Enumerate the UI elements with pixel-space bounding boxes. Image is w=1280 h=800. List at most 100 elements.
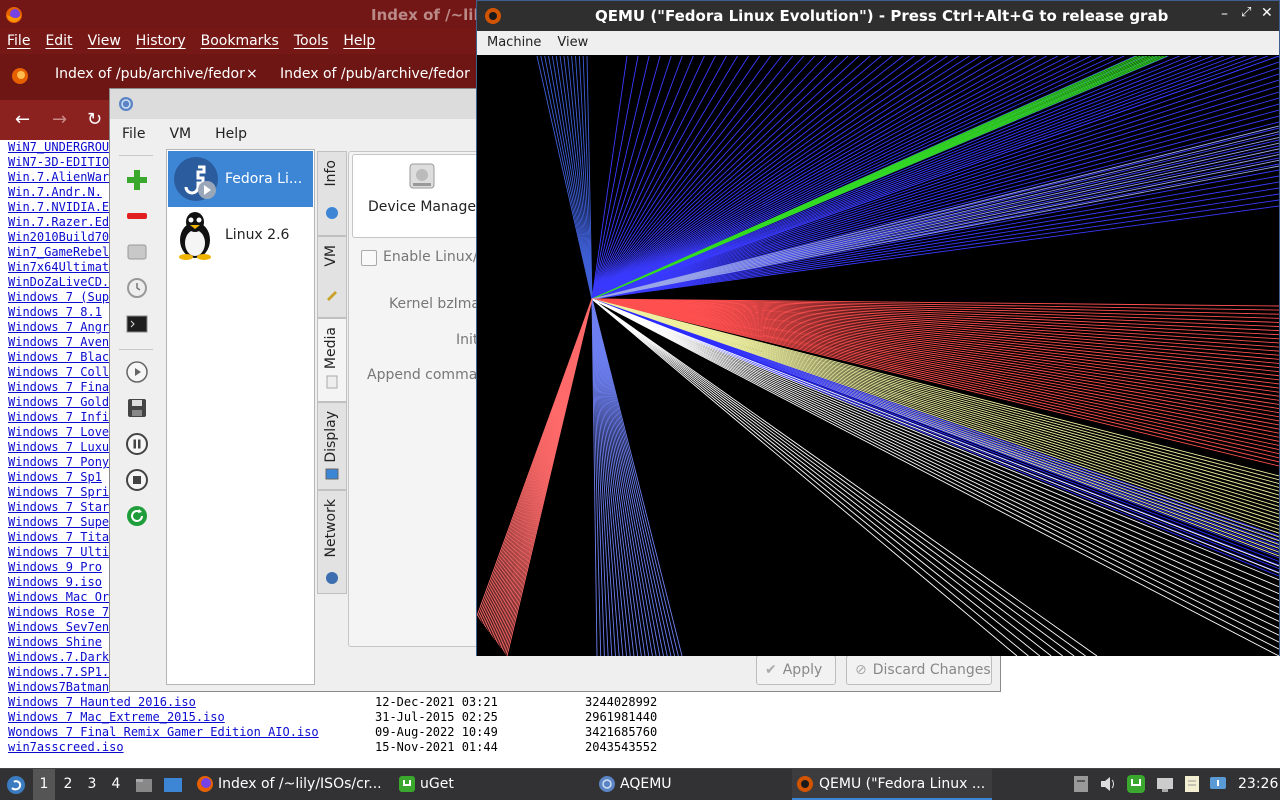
taskbar-qemu[interactable]: QEMU ("Fedora Linux ...	[792, 769, 992, 800]
vm-item-fedora[interactable]: Fedora Li...	[168, 151, 313, 207]
listing-file-link[interactable]: win7asscreed.iso	[8, 740, 124, 754]
tab-network[interactable]: Network	[317, 490, 347, 594]
listing-file-link[interactable]: Windows 7 Supe	[8, 515, 109, 529]
listing-file-link[interactable]: Win.7.NVIDIA.E	[8, 200, 109, 214]
uget-tray-icon[interactable]	[1126, 774, 1146, 794]
listing-file-link[interactable]: Windows 7 Mac_Extreme_2015.iso	[8, 710, 225, 724]
listing-file-link[interactable]: Windows 7 Fina	[8, 380, 109, 394]
ff-menu-view[interactable]: View	[88, 28, 121, 54]
ff-menu-tools[interactable]: Tools	[294, 28, 329, 54]
listing-file-link[interactable]: Windows.7.SP1.	[8, 665, 109, 679]
clipboard-icon[interactable]	[1071, 774, 1091, 794]
volume-icon[interactable]	[1098, 774, 1118, 794]
listing-file-link[interactable]: Windows 9.iso	[8, 575, 102, 589]
listing-file-link[interactable]: Win7_GameRebel	[8, 245, 109, 259]
close-icon[interactable]: ✕	[1261, 5, 1273, 21]
listing-file-link[interactable]: Win.7.AlienWar	[8, 170, 109, 184]
workspace-4[interactable]: 4	[105, 769, 127, 800]
listing-file-link[interactable]: WiN7_UNDERGROU	[8, 140, 109, 154]
listing-file-link[interactable]: Windows 7 Tita	[8, 530, 109, 544]
listing-file-link[interactable]: Windows 7 Star	[8, 500, 109, 514]
listing-file-link[interactable]: Windows 7 Coll	[8, 365, 109, 379]
taskbar-firefox[interactable]: Index of /~lily/ISOs/cr...	[194, 769, 390, 800]
back-arrow-icon[interactable]: ←	[15, 109, 30, 130]
tab-vm[interactable]: VM	[317, 236, 347, 318]
stop-vm-icon[interactable]	[124, 467, 150, 493]
tab-display[interactable]: Display	[317, 402, 347, 490]
maximize-icon[interactable]: ⤢	[1241, 5, 1251, 20]
taskbar-uget[interactable]: uGet	[396, 769, 586, 800]
listing-file-link[interactable]: Windows Rose 7	[8, 605, 109, 619]
save-vm-icon[interactable]	[124, 395, 150, 421]
reload-icon[interactable]: ↻	[87, 109, 102, 130]
ff-menu-edit[interactable]: Edit	[45, 28, 72, 54]
listing-file-link[interactable]: Windows Shine	[8, 635, 102, 649]
aq-menu-vm[interactable]: VM	[169, 119, 191, 149]
workspace-2[interactable]: 2	[57, 769, 79, 800]
show-desktop-icon[interactable]	[163, 776, 183, 794]
listing-file-link[interactable]: Windows 7 Sp1	[8, 470, 102, 484]
drive-icon[interactable]	[124, 239, 150, 265]
qemu-menu-view[interactable]: View	[557, 31, 588, 55]
listing-file-link[interactable]: Windows 7 Haunted 2016.iso	[8, 695, 196, 709]
taskbar-aqemu[interactable]: AQEMU	[596, 769, 786, 800]
firefox-view-icon[interactable]	[11, 67, 29, 85]
listing-file-link[interactable]: Windows 7 Gold	[8, 395, 109, 409]
listing-file-link[interactable]: Windows 7 Blac	[8, 350, 109, 364]
notification-icon[interactable]	[1208, 774, 1228, 794]
network-icon[interactable]	[1155, 774, 1175, 794]
ff-menu-history[interactable]: History	[136, 28, 186, 54]
device-manager-button[interactable]: Device Manager	[352, 154, 482, 238]
file-manager-icon[interactable]	[135, 776, 153, 794]
terminal-icon[interactable]	[124, 311, 150, 337]
listing-file-link[interactable]: WinDoZaLiveCD.	[8, 275, 109, 289]
listing-file-link[interactable]: Windows7Batman	[8, 680, 109, 694]
listing-file-link[interactable]: Windows 7 Spri	[8, 485, 109, 499]
aq-menu-file[interactable]: File	[122, 119, 145, 149]
pause-vm-icon[interactable]	[124, 431, 150, 457]
forward-arrow-icon[interactable]: →	[52, 109, 67, 130]
aq-menu-help[interactable]: Help	[215, 119, 247, 149]
listing-file-link[interactable]: Win.7.Razer.Ed	[8, 215, 109, 229]
listing-file-link[interactable]: Windows 7 (Sup	[8, 290, 109, 304]
listing-file-link[interactable]: Windows Mac Or	[8, 590, 109, 604]
remove-vm-icon[interactable]	[124, 203, 150, 229]
qemu-menu-machine[interactable]: Machine	[487, 31, 541, 55]
minimize-icon[interactable]: –	[1221, 6, 1228, 22]
reset-vm-icon[interactable]	[124, 503, 150, 529]
workspace-3[interactable]: 3	[81, 769, 103, 800]
listing-file-link[interactable]: Windows 9 Pro	[8, 560, 102, 574]
tab-fedora-archive-1[interactable]: Index of /pub/archive/fedora	[55, 66, 245, 82]
tab-info[interactable]: Info	[317, 151, 347, 236]
tab-fedora-archive-2[interactable]: Index of /pub/archive/fedora	[280, 66, 470, 82]
listing-file-link[interactable]: Windows 7 Aven	[8, 335, 109, 349]
workspace-1[interactable]: 1	[33, 769, 55, 800]
apply-button[interactable]: ✔ Apply	[756, 655, 836, 685]
qemu-guest-display[interactable]	[477, 56, 1279, 656]
listing-file-link[interactable]: Windows 7 Love	[8, 425, 109, 439]
listing-file-link[interactable]: Windows 7 Infi	[8, 410, 109, 424]
ff-menu-bookmarks[interactable]: Bookmarks	[201, 28, 279, 54]
listing-file-link[interactable]: WiN7-3D-EDITIO	[8, 155, 109, 169]
listing-file-link[interactable]: Windows 7 Luxu	[8, 440, 109, 454]
add-vm-icon[interactable]	[124, 167, 150, 193]
listing-file-link[interactable]: Windows Sev7en	[8, 620, 109, 634]
listing-file-link[interactable]: Win.7.Andr.N.	[8, 185, 102, 199]
listing-file-link[interactable]: Windows 7 Angr	[8, 320, 109, 334]
listing-file-link[interactable]: Windows 7 Pony	[8, 455, 109, 469]
ff-menu-file[interactable]: File	[7, 28, 30, 54]
ff-menu-help[interactable]: Help	[343, 28, 375, 54]
start-vm-icon[interactable]	[124, 359, 150, 385]
enable-linux-checkbox[interactable]	[361, 250, 377, 266]
listing-file-link[interactable]: Win2010Build70	[8, 230, 109, 244]
listing-file-link[interactable]: Windows 7 8.1	[8, 305, 102, 319]
tab-media[interactable]: Media	[317, 318, 347, 402]
listing-file-link[interactable]: Windows 7 Ulti	[8, 545, 109, 559]
notes-icon[interactable]	[1182, 774, 1202, 794]
listing-file-link[interactable]: Win7x64Ultimat	[8, 260, 109, 274]
discard-changes-button[interactable]: ⊘ Discard Changes	[846, 655, 992, 685]
listing-file-link[interactable]: Windows.7.Dark	[8, 650, 109, 664]
tab-close-icon[interactable]: ×	[246, 66, 258, 82]
clock-icon[interactable]	[124, 275, 150, 301]
listing-file-link[interactable]: Wondows 7 Final Remix Gamer Edition AIO.…	[8, 725, 319, 739]
